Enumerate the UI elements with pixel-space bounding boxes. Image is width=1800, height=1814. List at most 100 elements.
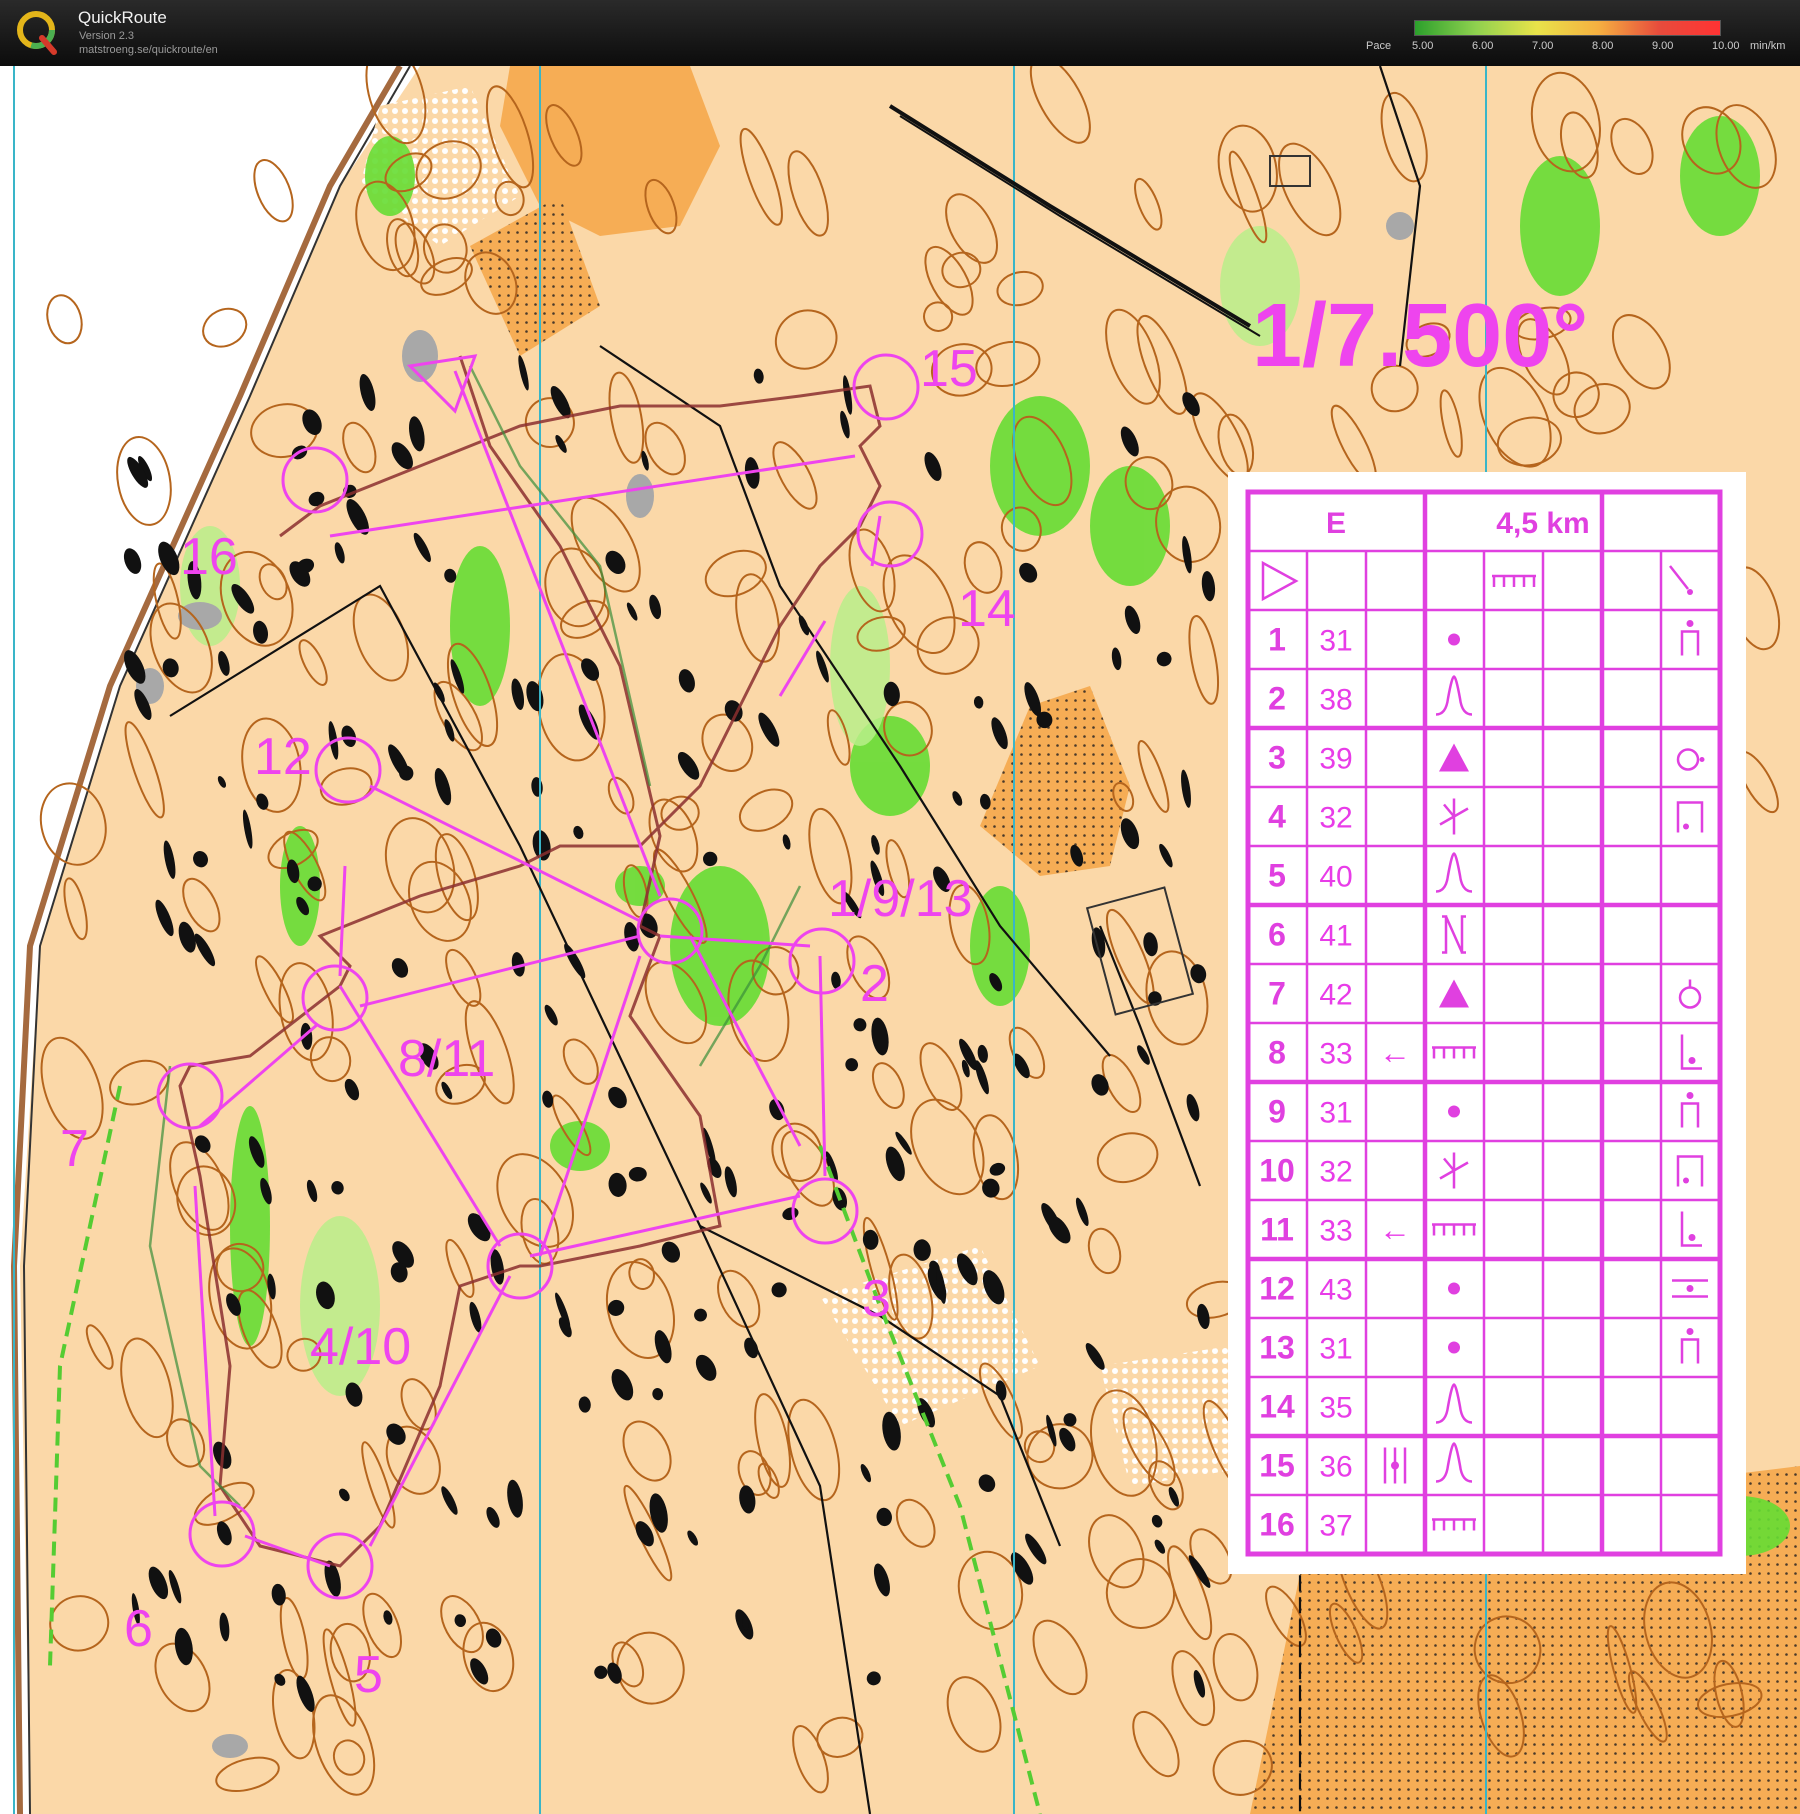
card-detail-symbol [1676, 1155, 1704, 1187]
card-length: 4,5 km [1496, 507, 1589, 540]
control-description-grid: E 4,5 km 1 31 2 38 3 39 4 32 5 40 6 41 7 42 8 33 ← 9 31 10 32 1… [1245, 489, 1723, 1557]
pace-label: Pace [1366, 40, 1392, 52]
contour-line [202, 307, 248, 348]
card-control-code: 31 [1319, 625, 1352, 658]
card-direction: ← [1379, 1035, 1411, 1071]
pace-tick: 10.00 [1712, 40, 1740, 52]
quickroute-logo-icon [17, 11, 57, 55]
control-label: 3 [862, 1270, 891, 1328]
card-detail-symbol [1688, 1234, 1696, 1241]
card-detail-symbol [1686, 1285, 1694, 1292]
card-feature-symbol [1448, 1105, 1460, 1118]
card-detail-symbol [1686, 1092, 1694, 1099]
app-version: Version 2.3 [79, 30, 135, 42]
control-label: 7 [60, 1120, 89, 1178]
start-feature-symbol [1492, 574, 1536, 587]
pace-tick: 9.00 [1652, 40, 1674, 52]
card-detail-symbol [1678, 986, 1702, 1009]
pace-tick: 7.00 [1532, 40, 1554, 52]
card-feature-symbol [1448, 1282, 1460, 1295]
card-control-number: 2 [1268, 681, 1286, 717]
card-feature-symbol [1439, 743, 1469, 772]
card-control-code: 37 [1319, 1510, 1352, 1543]
pace-tick: 8.00 [1592, 40, 1614, 52]
card-control-number: 10 [1259, 1153, 1295, 1189]
card-control-code: 31 [1319, 1333, 1352, 1366]
card-control-number: 9 [1268, 1094, 1286, 1130]
start-symbol [1261, 560, 1299, 602]
card-control-code: 32 [1319, 1156, 1352, 1189]
control-description-card: E 4,5 km 1 31 2 38 3 39 4 32 5 40 6 41 7 42 8 33 ← 9 31 10 32 1… [1228, 472, 1746, 1574]
card-detail-symbol [1680, 630, 1700, 656]
card-control-code: 33 [1319, 1038, 1352, 1071]
card-feature-symbol [1448, 1341, 1460, 1354]
control-label: 4/10 [310, 1318, 411, 1376]
card-feature-symbol [1439, 798, 1469, 835]
control-label: 12 [254, 728, 312, 786]
control-label: 6 [124, 1600, 153, 1658]
pace-legend: Pace 5.00 6.00 7.00 8.00 9.00 10.00 min/… [1366, 20, 1796, 60]
card-direction: ← [1379, 1212, 1411, 1248]
card-control-number: 16 [1259, 1507, 1295, 1543]
app-title-bar: QuickRoute Version 2.3 matstroeng.se/qui… [0, 0, 1800, 66]
card-control-number: 5 [1268, 858, 1286, 894]
card-control-code: 33 [1319, 1215, 1352, 1248]
control-label: 15 [920, 340, 978, 398]
card-feature-symbol [1435, 1383, 1473, 1424]
card-detail-symbol [1688, 1057, 1696, 1064]
card-control-number: 14 [1259, 1389, 1295, 1425]
card-control-number: 12 [1259, 1271, 1295, 1307]
card-feature-symbol [1435, 675, 1473, 716]
card-detail-symbol [1680, 1338, 1700, 1364]
card-control-number: 15 [1259, 1448, 1295, 1484]
card-feature-symbol [1432, 1223, 1476, 1236]
card-feature-symbol [1442, 915, 1466, 954]
orienteering-map[interactable]: 1/9/13 2 3 4/10 5 6 7 8/11 12 14 15 16 1… [0, 66, 1800, 1814]
control-label: 8/11 [398, 1030, 495, 1088]
card-control-code: 38 [1319, 684, 1352, 717]
app-url: matstroeng.se/quickroute/en [79, 44, 218, 56]
card-control-code: 41 [1319, 920, 1352, 953]
contour-line [46, 294, 83, 345]
card-detail-symbol [1683, 1177, 1689, 1184]
card-control-number: 11 [1260, 1212, 1294, 1248]
card-control-code: 40 [1319, 861, 1352, 894]
card-feature-symbol [1448, 633, 1460, 646]
card-control-number: 6 [1268, 917, 1286, 953]
control-label: 1/9/13 [828, 870, 973, 928]
card-control-number: 3 [1268, 740, 1286, 776]
card-control-code: 35 [1319, 1392, 1352, 1425]
pace-color-bar [1414, 20, 1721, 36]
start-detail-dot [1687, 589, 1693, 595]
card-control-number: 4 [1268, 799, 1286, 835]
start-detail-symbol [1669, 565, 1689, 590]
card-detail-symbol [1686, 620, 1694, 627]
card-control-code: 43 [1319, 1274, 1352, 1307]
card-detail-symbol [1683, 823, 1689, 830]
card-bars-dot [1391, 1461, 1399, 1470]
card-detail-symbol [1676, 801, 1704, 833]
card-control-number: 7 [1268, 976, 1286, 1012]
contour-line [253, 159, 294, 223]
card-detail-symbol [1680, 1102, 1700, 1128]
card-control-code: 42 [1319, 979, 1352, 1012]
card-control-code: 36 [1319, 1451, 1352, 1484]
control-label: 14 [958, 580, 1016, 638]
card-feature-symbol [1435, 852, 1473, 893]
pace-unit: min/km [1750, 40, 1786, 52]
card-feature-symbol [1439, 1152, 1469, 1189]
card-class: E [1326, 507, 1346, 540]
card-feature-symbol [1439, 979, 1469, 1008]
app-name: QuickRoute [78, 8, 167, 27]
pace-tick: 6.00 [1472, 40, 1494, 52]
card-control-code: 31 [1319, 1097, 1352, 1130]
card-control-number: 8 [1268, 1035, 1286, 1071]
control-label: 16 [180, 528, 238, 586]
card-control-number: 1 [1268, 622, 1286, 658]
card-detail-symbol [1699, 757, 1705, 762]
map-scale-label: 1/7.500° [1252, 286, 1588, 386]
card-control-code: 32 [1319, 802, 1352, 835]
card-control-code: 39 [1319, 743, 1352, 776]
cliff-mark [123, 548, 142, 574]
control-label: 5 [354, 1646, 383, 1704]
